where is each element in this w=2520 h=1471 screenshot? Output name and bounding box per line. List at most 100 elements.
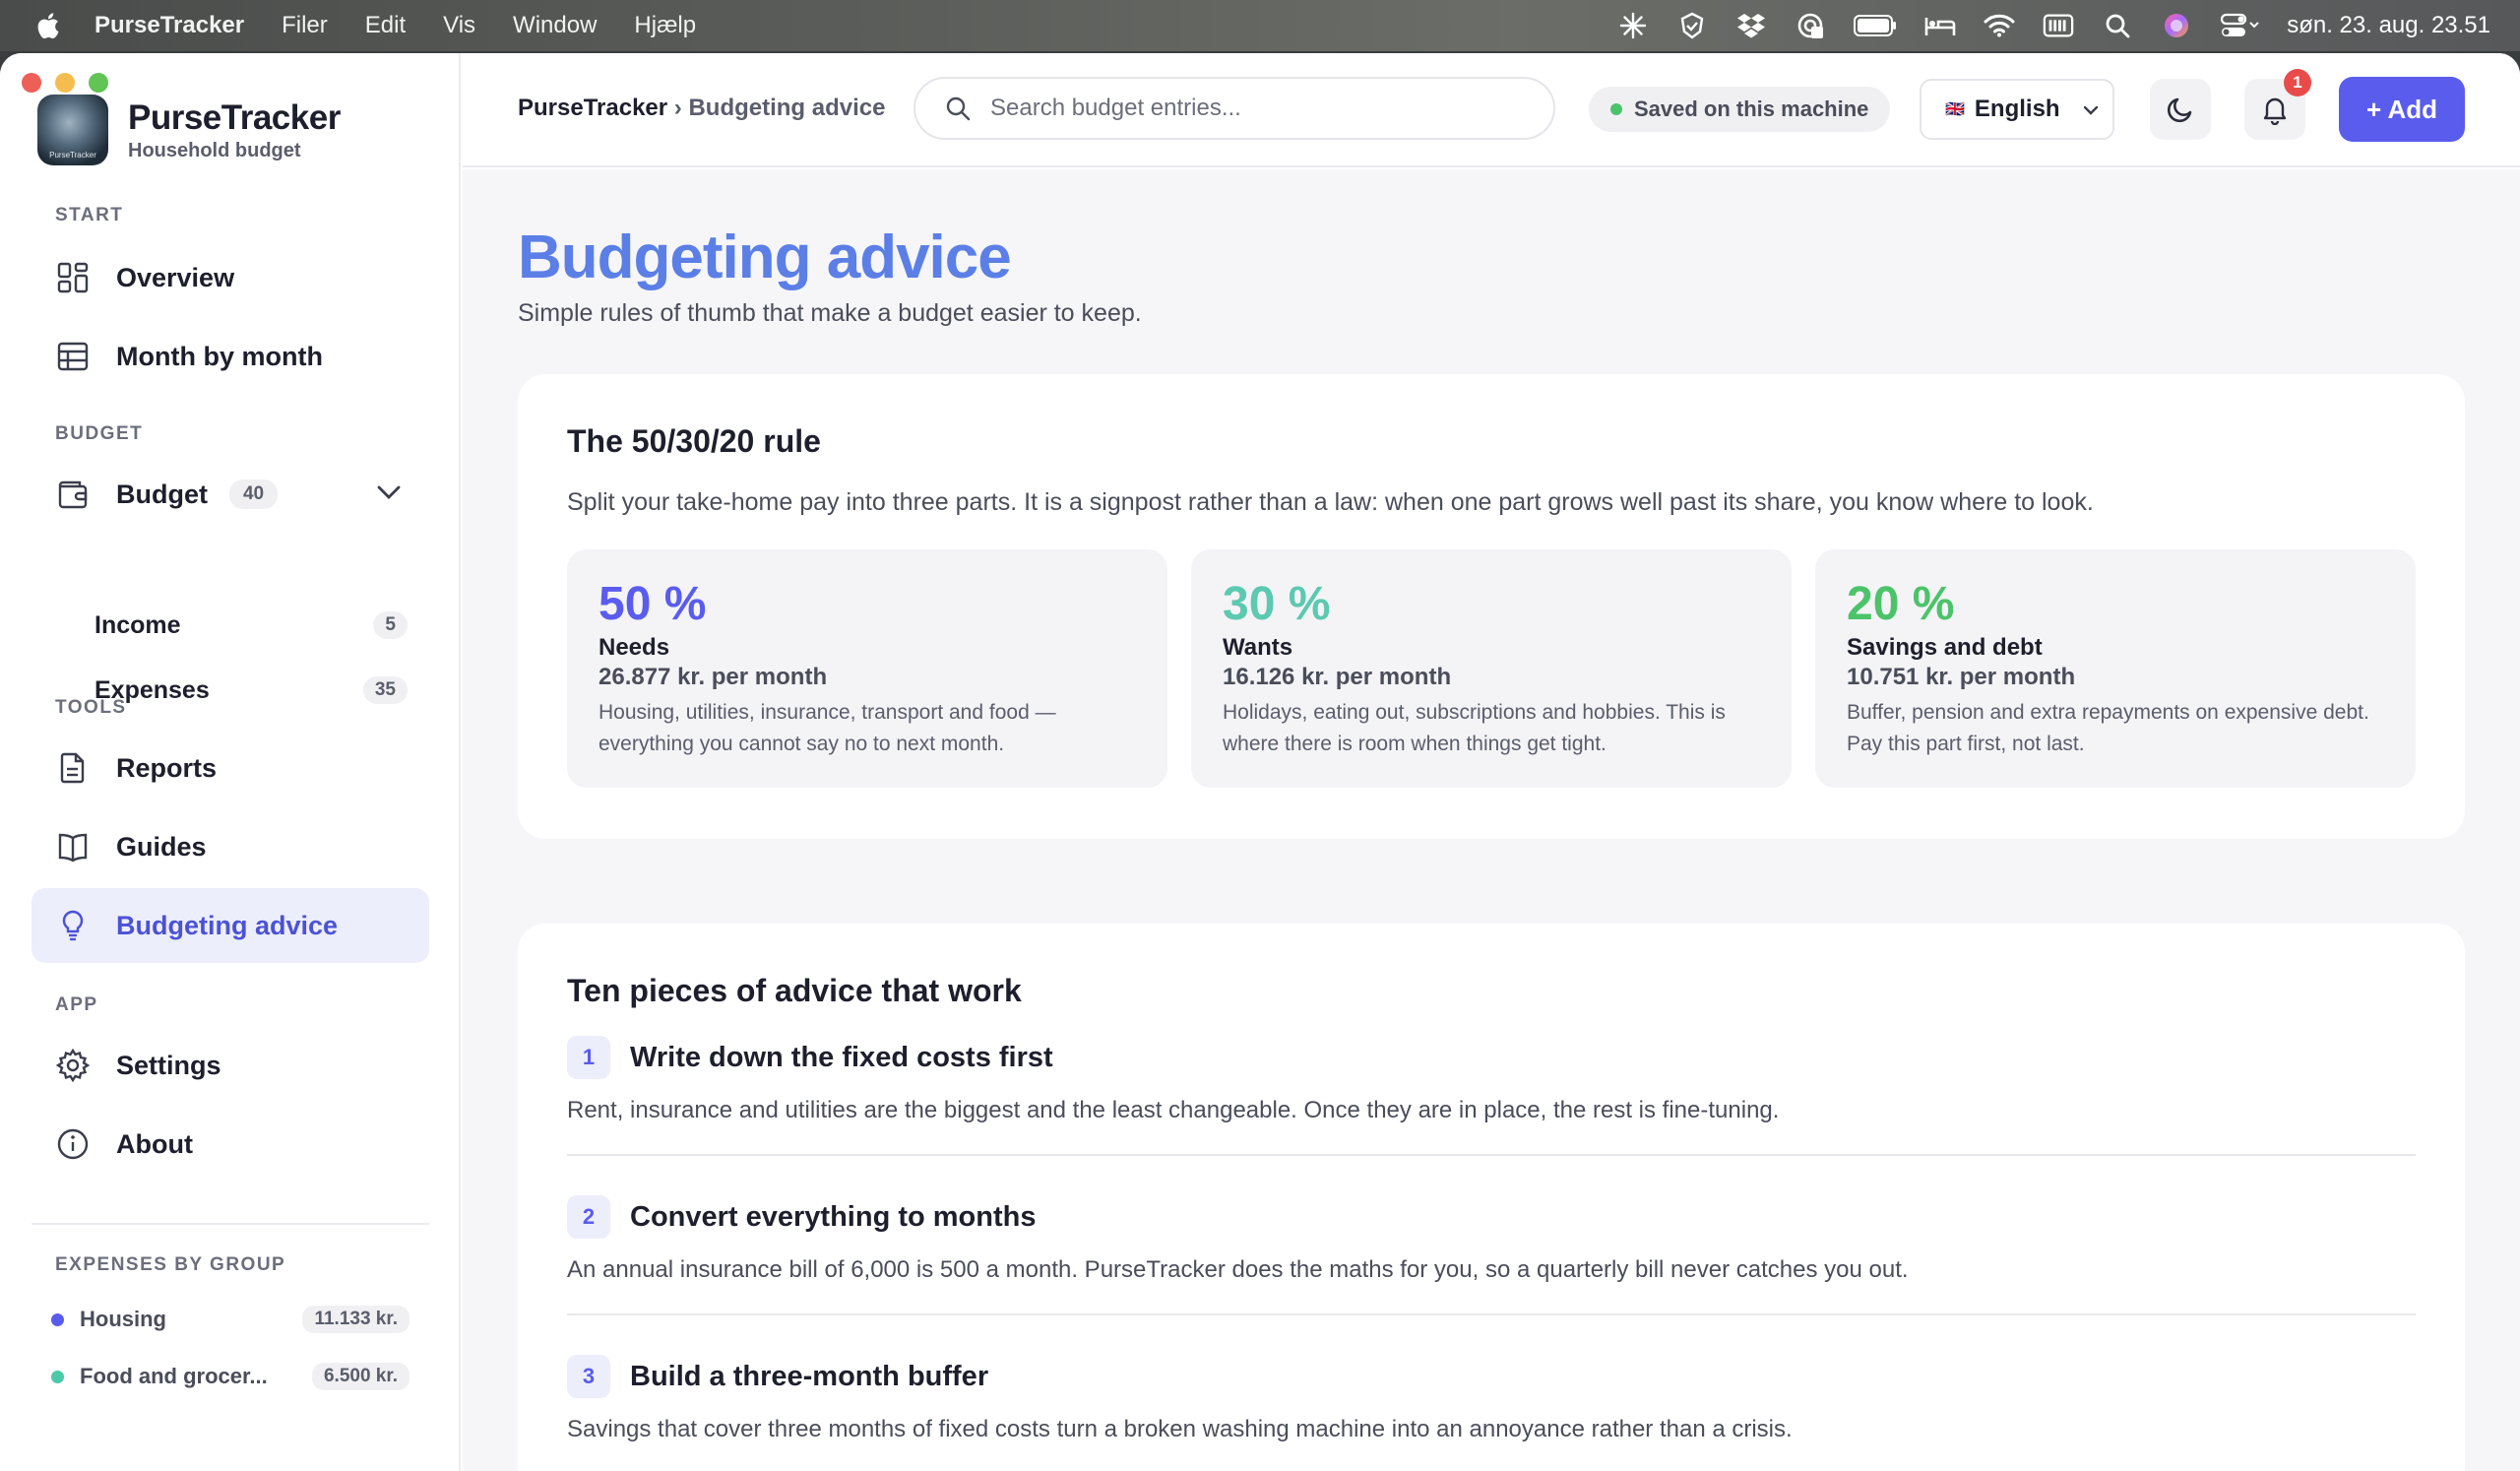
search-box[interactable]	[914, 77, 1555, 140]
menu-edit[interactable]: Edit	[365, 12, 406, 39]
menu-window[interactable]: Window	[513, 12, 597, 39]
sidebar-item-budgeting-advice[interactable]: Budgeting advice	[32, 888, 429, 963]
divider	[567, 1154, 2416, 1156]
sidebar-item-label: Overview	[116, 262, 235, 292]
sidebar-item-budget[interactable]: Budget 40	[32, 457, 429, 532]
rule-part-amount: 16.126 kr. per month	[1223, 664, 1452, 690]
advice-number: 1	[567, 1036, 610, 1079]
status-dot	[1610, 103, 1622, 115]
sidebar-item-overview[interactable]: Overview	[32, 240, 429, 315]
section-budget: BUDGET	[55, 423, 144, 444]
wifi-icon[interactable]	[1984, 10, 2015, 41]
advice-text: Savings that cover three months of fixed…	[567, 1416, 1793, 1442]
section-start: START	[55, 205, 124, 225]
add-button[interactable]: + Add	[2339, 77, 2465, 142]
search-icon[interactable]	[2102, 10, 2133, 41]
advice-number: 2	[567, 1195, 610, 1239]
sidebar-item-label: Guides	[116, 831, 207, 862]
menu-app-name[interactable]: PurseTracker	[94, 12, 244, 39]
menu-bar: PurseTracker Filer Edit Vis Window Hjælp…	[0, 0, 2520, 51]
zoom-window-button[interactable]	[89, 73, 108, 93]
rule-description: Split your take-home pay into three part…	[567, 488, 2094, 516]
sparkle-icon[interactable]	[1617, 10, 1649, 41]
menu-file[interactable]: Filer	[282, 12, 328, 39]
advice-title: Build a three-month buffer	[630, 1361, 989, 1392]
rule-part-name: Savings and debt	[1847, 634, 2043, 661]
menu-help[interactable]: Hjælp	[634, 12, 696, 39]
group-amount: 11.133 kr.	[302, 1306, 410, 1333]
advice-title: Convert everything to months	[630, 1201, 1037, 1233]
brand[interactable]: PurseTracker PurseTracker Household budg…	[37, 95, 341, 165]
close-window-button[interactable]	[22, 73, 41, 93]
search-input[interactable]	[990, 95, 1522, 122]
top-bar: PurseTracker › Budgeting advice Saved on…	[463, 53, 2520, 167]
group-color-dot	[51, 1370, 64, 1383]
section-app: APP	[55, 994, 98, 1015]
app-logo-text: PurseTracker	[49, 151, 96, 160]
grid-icon	[55, 260, 91, 295]
budget-count-badge: 40	[228, 480, 279, 509]
vpn-icon[interactable]	[1795, 10, 1826, 41]
advice-title: Write down the fixed costs first	[630, 1042, 1053, 1073]
brand-subtitle: Household budget	[128, 139, 301, 161]
sidebar-item-income[interactable]: Income 5	[94, 601, 408, 650]
rule-part-text: Housing, utilities, insurance, transport…	[598, 701, 1056, 755]
expense-group-item[interactable]: Food and grocer... 6.500 kr.	[51, 1357, 410, 1396]
rule-part-needs: 50 % Needs 26.877 kr. per month Housing,…	[567, 549, 1167, 788]
notification-count-badge: 1	[2284, 69, 2311, 96]
section-tools: TOOLS	[55, 697, 127, 718]
bed-icon[interactable]	[1924, 10, 1956, 41]
sidebar-item-month-by-month[interactable]: Month by month	[32, 319, 429, 394]
shield-check-icon[interactable]	[1676, 10, 1708, 41]
sidebar-item-label: Settings	[116, 1050, 221, 1080]
rule-part-name: Wants	[1223, 634, 1293, 661]
menu-clock[interactable]: søn. 23. aug. 23.51	[2287, 12, 2490, 39]
dropbox-icon[interactable]	[1735, 10, 1767, 41]
chevron-down-icon[interactable]	[376, 484, 402, 505]
sidebar-item-label: Reports	[116, 752, 218, 783]
battery-icon[interactable]	[1854, 10, 1897, 41]
control-center-icon[interactable]	[2220, 10, 2259, 41]
breadcrumb-root[interactable]: PurseTracker	[518, 95, 667, 121]
group-color-dot	[51, 1312, 64, 1326]
section-expenses-by-group: EXPENSES BY GROUP	[55, 1254, 286, 1275]
rule-part-percent: 20 %	[1847, 578, 1955, 630]
sidebar-item-settings[interactable]: Settings	[32, 1028, 429, 1103]
breadcrumb-current: Budgeting advice	[688, 95, 886, 121]
advice-text: An annual insurance bill of 6,000 is 500…	[567, 1256, 1909, 1283]
breadcrumb: PurseTracker › Budgeting advice	[518, 95, 885, 122]
keyboard-icon[interactable]	[2043, 10, 2074, 41]
advice-number: 3	[567, 1355, 610, 1398]
expenses-count-badge: 35	[362, 676, 408, 704]
rule-card-title: The 50/30/20 rule	[567, 423, 821, 459]
brand-name: PurseTracker	[128, 97, 341, 137]
notifications-button[interactable]: 1	[2244, 69, 2311, 140]
sidebar-item-reports[interactable]: Reports	[32, 731, 429, 805]
sidebar-item-label: Budget	[116, 479, 208, 509]
document-icon	[55, 750, 91, 786]
rule-part-text: Holidays, eating out, subscriptions and …	[1223, 701, 1726, 755]
siri-icon[interactable]	[2161, 10, 2192, 41]
rule-part-percent: 50 %	[598, 578, 707, 630]
divider	[567, 1313, 2416, 1315]
sidebar: PurseTracker PurseTracker Household budg…	[0, 53, 461, 1471]
info-icon	[55, 1126, 91, 1162]
chevron-down-icon	[2083, 105, 2099, 115]
window-controls	[22, 73, 108, 93]
sidebar-item-label: Month by month	[116, 341, 323, 371]
rule-part-name: Needs	[598, 634, 670, 661]
minimize-window-button[interactable]	[55, 73, 75, 93]
breadcrumb-separator: ›	[673, 95, 682, 121]
language-select[interactable]: 🇬🇧 English	[1920, 79, 2114, 140]
advice-card: Ten pieces of advice that work 1 Write d…	[518, 924, 2465, 1471]
sidebar-item-about[interactable]: About	[32, 1107, 429, 1182]
theme-toggle-button[interactable]	[2150, 79, 2211, 140]
menu-view[interactable]: Vis	[443, 12, 475, 39]
language-label: English	[1974, 96, 2060, 122]
sidebar-item-expenses[interactable]: Expenses 35	[94, 666, 408, 715]
sidebar-item-guides[interactable]: Guides	[32, 809, 429, 884]
page-subtitle: Simple rules of thumb that make a budget…	[518, 299, 1142, 327]
rule-part-wants: 30 % Wants 16.126 kr. per month Holidays…	[1191, 549, 1792, 788]
apple-icon[interactable]	[33, 11, 61, 40]
expense-group-item[interactable]: Housing 11.133 kr.	[51, 1300, 410, 1339]
